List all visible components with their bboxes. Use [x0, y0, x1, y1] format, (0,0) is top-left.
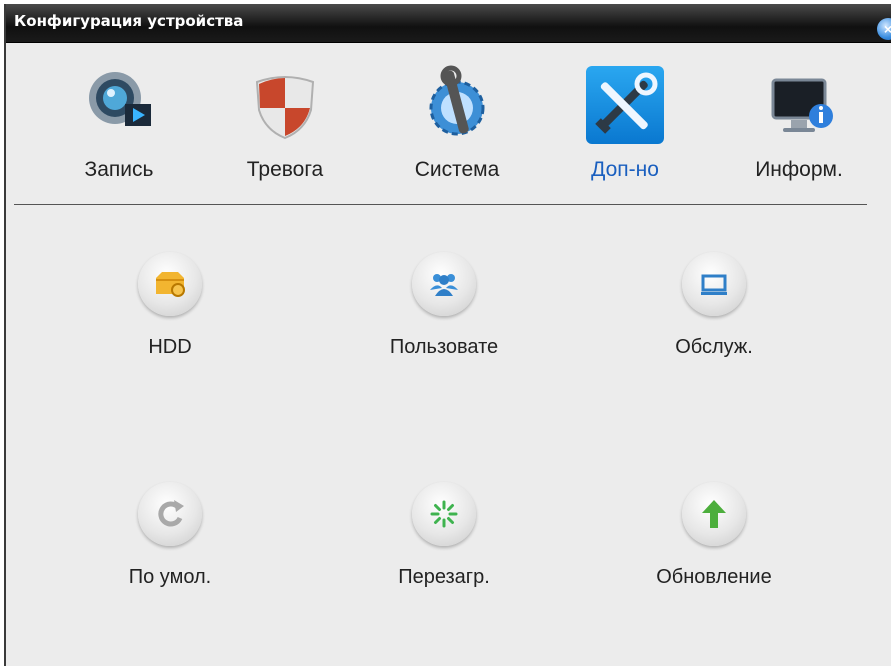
- hdd-button[interactable]: HDD: [70, 252, 270, 359]
- users-icon: [412, 252, 476, 316]
- camera-icon: [79, 64, 159, 144]
- tab-record-label: Запись: [84, 158, 154, 181]
- tab-advanced[interactable]: Доп-но: [560, 64, 690, 182]
- tab-record[interactable]: Запись: [54, 64, 184, 182]
- tab-system[interactable]: Система: [392, 64, 522, 182]
- hdd-icon: [138, 252, 202, 316]
- tab-info-label: Информ.: [755, 158, 843, 181]
- maintenance-icon: [682, 252, 746, 316]
- hdd-label: HDD: [148, 336, 192, 358]
- shield-icon: [245, 64, 325, 144]
- tools-icon: [586, 66, 664, 144]
- users-label: Пользовате: [389, 336, 499, 358]
- wrench-gear-icon: [417, 64, 497, 144]
- tab-bar: Запись Тревога Система Доп-но Информ.: [6, 64, 891, 194]
- restart-button[interactable]: Перезагр.: [344, 482, 544, 589]
- default-label: По умол.: [128, 566, 212, 588]
- tab-info[interactable]: Информ.: [734, 64, 864, 182]
- maintenance-button[interactable]: Обслуж.: [614, 252, 814, 359]
- upgrade-button[interactable]: Обновление: [614, 482, 814, 589]
- window-title: Конфигурация устройства: [14, 12, 244, 30]
- tab-system-label: Система: [414, 158, 500, 181]
- title-bar: Конфигурация устройства ×: [6, 4, 891, 43]
- tab-alarm[interactable]: Тревога: [220, 64, 350, 182]
- restart-icon: [412, 482, 476, 546]
- divider: [14, 204, 867, 205]
- restart-label: Перезагр.: [398, 566, 490, 588]
- tab-alarm-label: Тревога: [246, 158, 324, 181]
- monitor-info-icon: [759, 64, 839, 144]
- tab-advanced-label: Доп-но: [591, 158, 659, 181]
- upgrade-label: Обновление: [656, 566, 772, 588]
- default-button[interactable]: По умол.: [70, 482, 270, 589]
- maintenance-label: Обслуж.: [675, 336, 753, 358]
- close-icon[interactable]: ×: [877, 18, 891, 40]
- upgrade-icon: [682, 482, 746, 546]
- reset-icon: [138, 482, 202, 546]
- config-window: Конфигурация устройства × Запись Тревога…: [4, 4, 891, 666]
- users-button[interactable]: Пользовате: [344, 252, 544, 359]
